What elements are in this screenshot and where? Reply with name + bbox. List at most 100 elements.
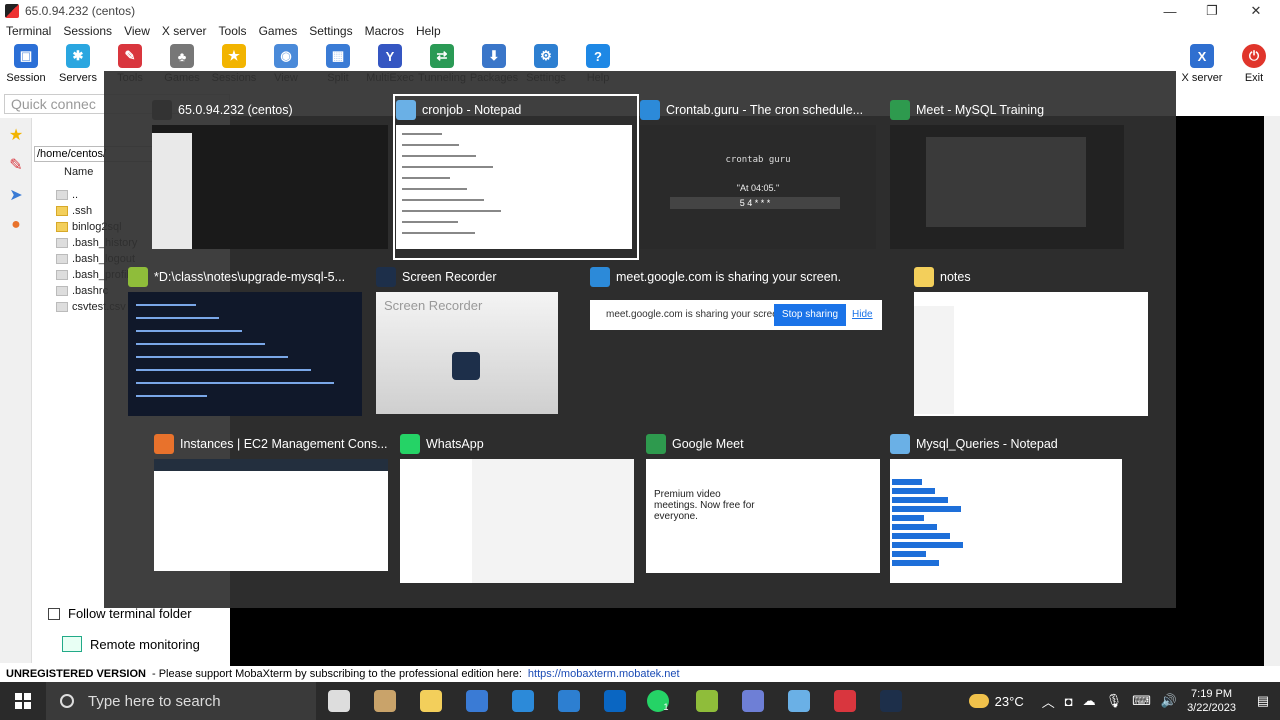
title-bar: 65.0.94.232 (centos) — ❐ ✕ bbox=[0, 0, 1280, 22]
meet-tray-icon[interactable]: ◘ bbox=[1065, 694, 1073, 709]
servers-toolbar-button[interactable]: ✱ Servers bbox=[52, 40, 104, 92]
tools-icon[interactable]: ✎ bbox=[3, 152, 29, 178]
menu-view[interactable]: View bbox=[118, 24, 156, 38]
restore-icon[interactable]: ❐ bbox=[1192, 0, 1232, 22]
selected-text-line bbox=[892, 533, 950, 539]
code-line bbox=[136, 356, 288, 358]
file-row[interactable]: .ssh bbox=[56, 203, 92, 219]
notifications-icon[interactable]: ▤ bbox=[1246, 693, 1280, 709]
taskbar-app-lamp[interactable] bbox=[362, 682, 408, 720]
follow-terminal-folder-checkbox[interactable]: Follow terminal folder bbox=[48, 606, 192, 621]
star-icon[interactable]: ★ bbox=[3, 122, 29, 148]
start-button[interactable] bbox=[0, 682, 46, 720]
checkbox-icon[interactable] bbox=[48, 607, 60, 620]
network-icon[interactable]: ⌨ bbox=[1132, 693, 1151, 709]
file-icon bbox=[56, 270, 68, 280]
sftp-icon[interactable]: ➤ bbox=[3, 182, 29, 208]
text-line bbox=[402, 144, 459, 146]
crontab-expression: "At 04:05." bbox=[736, 183, 780, 193]
switcher-window-7[interactable]: meet.google.com is sharing your screen. m… bbox=[590, 264, 890, 424]
remote-monitoring-button[interactable]: Remote monitoring bbox=[62, 636, 200, 652]
file-row[interactable]: .. bbox=[56, 187, 78, 203]
switcher-window-12[interactable]: Mysql_Queries - Notepad bbox=[890, 431, 1130, 591]
stop-sharing-button[interactable]: Stop sharing bbox=[774, 304, 846, 326]
minimize-icon[interactable]: — bbox=[1150, 0, 1190, 22]
switcher-window-3[interactable]: Crontab.guru - The cron schedule... cront… bbox=[640, 97, 880, 257]
menu-x-server[interactable]: X server bbox=[156, 24, 213, 38]
taskbar-app-store[interactable] bbox=[454, 682, 500, 720]
chevron-up-icon[interactable]: ︿ bbox=[1042, 692, 1055, 711]
file-name: .ssh bbox=[72, 205, 93, 217]
globe-icon[interactable]: ● bbox=[3, 212, 29, 238]
taskbar-app-notepad[interactable] bbox=[776, 682, 822, 720]
view-icon: ◉ bbox=[274, 44, 298, 68]
volume-icon[interactable]: 🔊 bbox=[1161, 693, 1177, 709]
unregistered-label: UNREGISTERED VERSION bbox=[6, 668, 146, 680]
mobaxterm-icon bbox=[152, 100, 172, 120]
selected-text-line bbox=[892, 515, 924, 521]
task-switcher: 65.0.94.232 (centos) cronjob - Notepad Cro… bbox=[104, 71, 1176, 608]
folder-icon bbox=[56, 206, 68, 216]
menu-macros[interactable]: Macros bbox=[359, 24, 410, 38]
switcher-window-2[interactable]: cronjob - Notepad bbox=[393, 94, 639, 260]
switcher-window-5[interactable]: *D:\class\notes\upgrade-mysql-5... bbox=[128, 264, 368, 424]
switcher-window-8[interactable]: notes bbox=[914, 264, 1154, 424]
taskbar-app-mail[interactable] bbox=[546, 682, 592, 720]
switcher-window-6[interactable]: Screen Recorder Screen Recorder bbox=[376, 264, 616, 424]
menu-help[interactable]: Help bbox=[410, 24, 447, 38]
switcher-window-title: notes bbox=[940, 270, 971, 284]
weather-temp[interactable]: 23°C bbox=[995, 694, 1024, 709]
switcher-window-4[interactable]: Meet - MySQL Training bbox=[890, 97, 1130, 257]
taskbar-app-notepadpp[interactable] bbox=[684, 682, 730, 720]
menu-tools[interactable]: Tools bbox=[213, 24, 253, 38]
x-server-toolbar-button[interactable]: X X server bbox=[1176, 40, 1228, 92]
cloud-icon[interactable]: ☁ bbox=[1083, 693, 1096, 709]
mobatek-link[interactable]: https://mobaxterm.mobatek.net bbox=[528, 668, 680, 680]
window-thumbnail bbox=[152, 125, 388, 249]
taskbar-app-task-view[interactable] bbox=[316, 682, 362, 720]
switcher-window-title: Crontab.guru - The cron schedule... bbox=[666, 103, 864, 117]
session-toolbar-button[interactable]: ▣ Session bbox=[0, 40, 52, 92]
switcher-window-header: Mysql_Queries - Notepad bbox=[890, 431, 1130, 457]
monitor-icon bbox=[62, 636, 82, 652]
taskbar-app-network[interactable] bbox=[730, 682, 776, 720]
taskbar-app-screen-recorder[interactable] bbox=[868, 682, 914, 720]
switcher-window-title: Screen Recorder bbox=[402, 270, 497, 284]
menu-settings[interactable]: Settings bbox=[303, 24, 358, 38]
terminal-scrollbar[interactable] bbox=[1264, 116, 1280, 666]
menu-sessions[interactable]: Sessions bbox=[57, 24, 118, 38]
taskbar-apps: 1 bbox=[316, 682, 914, 720]
taskbar-app-linkedin[interactable] bbox=[592, 682, 638, 720]
taskbar-app-whatsapp[interactable]: 1 bbox=[638, 682, 684, 720]
taskbar-app-edge[interactable] bbox=[500, 682, 546, 720]
star-icon: ★ bbox=[222, 44, 246, 68]
taskbar-app-file-explorer[interactable] bbox=[408, 682, 454, 720]
switcher-window-title: cronjob - Notepad bbox=[422, 103, 522, 117]
windows-logo-icon bbox=[15, 693, 31, 709]
switcher-window-1[interactable]: 65.0.94.232 (centos) bbox=[152, 97, 392, 257]
weather-icon[interactable] bbox=[968, 694, 989, 708]
selected-text-line bbox=[892, 497, 948, 503]
selected-text-line bbox=[892, 551, 926, 557]
exit-toolbar-button[interactable]: ⏻ Exit bbox=[1228, 40, 1280, 92]
menu-games[interactable]: Games bbox=[253, 24, 304, 38]
clock-time: 7:19 PM bbox=[1191, 688, 1233, 700]
taskbar-app-mobaxterm[interactable] bbox=[822, 682, 868, 720]
switcher-window-11[interactable]: Google Meet Premium video meetings. Now f… bbox=[646, 431, 886, 591]
hide-link[interactable]: Hide bbox=[852, 309, 873, 320]
file-row[interactable]: .bashrc bbox=[56, 283, 108, 299]
switcher-window-title: Mysql_Queries - Notepad bbox=[916, 437, 1058, 451]
switcher-window-header: Google Meet bbox=[646, 431, 886, 457]
taskbar-search[interactable]: Type here to search bbox=[46, 682, 316, 720]
folder-icon bbox=[914, 267, 934, 287]
switcher-window-9[interactable]: Instances | EC2 Management Cons... bbox=[154, 431, 394, 591]
menu-bar: Terminal Sessions View X server Tools Ga… bbox=[0, 22, 1280, 40]
switcher-window-10[interactable]: WhatsApp bbox=[400, 431, 640, 591]
meet-icon bbox=[890, 100, 910, 120]
crontab-heading: crontab guru bbox=[725, 155, 791, 165]
menu-terminal[interactable]: Terminal bbox=[0, 24, 57, 38]
microphone-icon[interactable]: 🎙 bbox=[1106, 693, 1123, 709]
close-icon[interactable]: ✕ bbox=[1236, 0, 1276, 22]
notepad-icon bbox=[396, 100, 416, 120]
clock[interactable]: 7:19 PM 3/22/2023 bbox=[1187, 687, 1236, 715]
